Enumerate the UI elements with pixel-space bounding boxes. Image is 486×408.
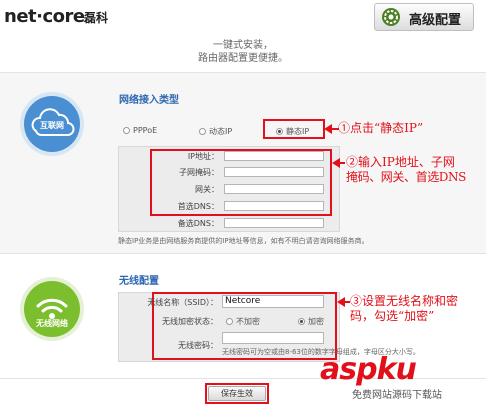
ssid-label: 无线名称（SSID）： [147,298,218,307]
highlight-static-ip [263,119,325,139]
radio-encryption[interactable]: 加密 [298,316,324,327]
radio-pppoe-label: PPPoE [133,126,158,135]
gateway-input[interactable] [224,184,324,194]
brand-logo-cn: 磊科 [84,11,109,25]
subnet-mask-label: 子网掩码： [179,168,219,177]
wifi-password-label: 无线密码： [178,341,218,350]
subnet-mask-input[interactable] [224,167,324,177]
watermark-logo: aspku [320,352,417,387]
network-type-title: 网络接入类型 [119,95,179,106]
annotation-2-line-2: 掩码、网关、首选DNS [346,170,466,184]
encryption-label: 无线加密状态： [162,317,218,326]
radio-no-encryption[interactable]: 不加密 [226,316,260,327]
secondary-dns-input[interactable] [224,218,324,228]
gateway-label: 网关： [195,185,219,194]
radio-pppoe[interactable]: PPPoE [123,126,157,135]
annotation-2-line-1: ②输入IP地址、子网 [346,155,455,169]
internet-badge-label: 互联网 [40,121,64,130]
radio-dynamic-ip-label: 动态IP [209,127,233,136]
radio-circle-selected [298,318,305,325]
brand-logo: net·core [4,6,85,27]
wireless-config-title: 无线配置 [119,276,159,287]
radio-circle [226,318,233,325]
annotation-1: ①点击“静态IP” [338,121,424,135]
gear-icon [382,8,400,26]
radio-dynamic-ip[interactable]: 动态IP [199,126,232,137]
save-button[interactable]: 保存生效 [208,386,266,401]
wifi-password-input[interactable] [222,332,324,344]
annotation-3-line-1: ③设置无线名称和密 [350,294,459,308]
radio-circle [199,128,206,135]
advanced-config-label: 高级配置 [409,13,462,28]
primary-dns-label: 首选DNS： [177,202,219,211]
ssid-input[interactable]: Netcore [222,295,324,308]
radio-encryption-label: 加密 [308,317,324,326]
secondary-dns-label: 备选DNS： [177,219,219,228]
advanced-config-button[interactable]: 高级配置 [374,3,474,31]
radio-no-encryption-label: 不加密 [236,317,260,326]
radio-circle [123,127,130,134]
annotation-3-line-2: 码，勾选“加密” [350,309,435,323]
annotation-arrow-2-shaft [339,162,345,164]
wifi-badge-label: 无线网络 [36,319,68,328]
wifi-icon [20,277,84,341]
static-ip-note: 静态IP业务是由网络服务商提供的IP地址等信息，如有不明白请咨询网络服务商。 [118,237,369,245]
ip-address-input[interactable] [224,151,324,161]
intro-line-2: 路由器配置更便捷。 [198,53,288,64]
ip-address-label: IP地址： [187,152,219,161]
divider [0,253,486,254]
watermark-subtitle: 免费网站源码下载站 [352,390,442,401]
primary-dns-input[interactable] [224,201,324,211]
